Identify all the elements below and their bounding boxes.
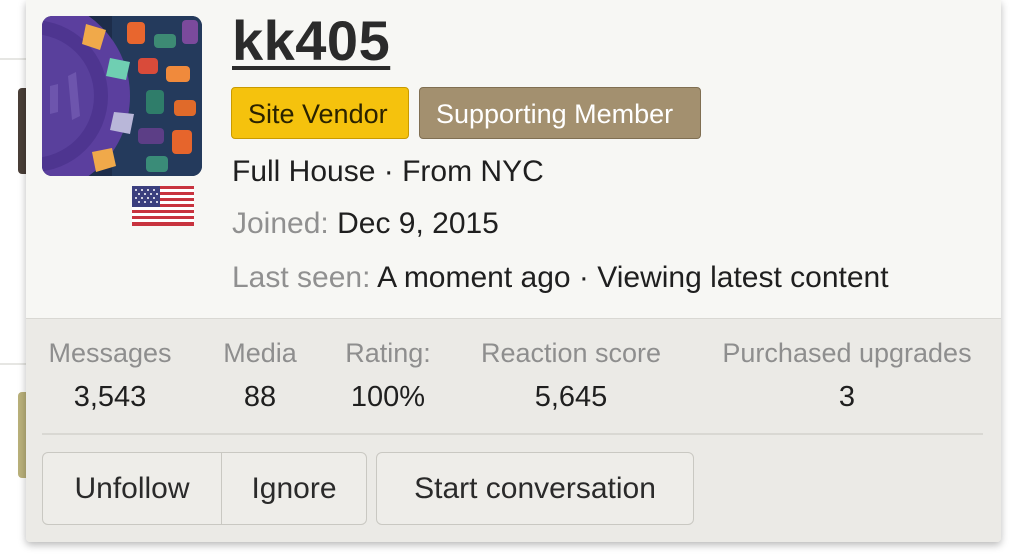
start-conversation-button[interactable]: Start conversation [376, 452, 694, 525]
us-flag-icon [132, 186, 194, 226]
stat-reaction-score[interactable]: Reaction score 5,645 [470, 336, 672, 414]
stat-label: Purchased upgrades [722, 338, 972, 368]
last-seen-line: Last seen: A moment ago · Viewing latest… [232, 260, 889, 296]
site-vendor-badge: Site Vendor [231, 87, 409, 139]
user-title-line: Full House · From NYC [232, 154, 544, 190]
stat-value: 100% [350, 381, 426, 413]
member-header: kk405 Site Vendor Supporting Member Full… [26, 0, 1001, 318]
background-page-edge [1001, 0, 1024, 558]
separator: · [578, 261, 589, 294]
stat-label: Media [223, 338, 297, 368]
stat-value: 3 [838, 381, 856, 413]
poker-chip-avatar-image [42, 16, 202, 176]
stat-label: Messages [48, 338, 172, 368]
username-link[interactable]: kk405 [232, 8, 390, 74]
stats-divider [42, 433, 983, 435]
supporting-member-badge: Supporting Member [419, 87, 701, 139]
unfollow-button[interactable]: Unfollow [42, 452, 222, 525]
last-seen-value: A moment ago [377, 261, 571, 294]
stat-media[interactable]: Media 88 [218, 336, 302, 414]
member-tooltip-card: kk405 Site Vendor Supporting Member Full… [26, 0, 1001, 542]
stat-value: 88 [243, 381, 277, 413]
stat-value: 3,543 [73, 381, 147, 413]
joined-date: Dec 9, 2015 [337, 207, 499, 240]
stat-label: Reaction score [480, 338, 662, 368]
user-title: Full House [232, 155, 376, 188]
stat-purchased-upgrades: Purchased upgrades 3 [710, 336, 984, 414]
ignore-button[interactable]: Ignore [221, 452, 367, 525]
stat-messages[interactable]: Messages 3,543 [42, 336, 178, 414]
last-seen-label: Last seen: [232, 261, 371, 294]
joined-line: Joined: Dec 9, 2015 [232, 206, 499, 242]
joined-label: Joined: [232, 207, 329, 240]
stat-rating: Rating: 100% [338, 336, 438, 414]
user-location: From NYC [402, 155, 544, 188]
stat-value: 5,645 [534, 381, 608, 413]
current-activity: Viewing latest content [597, 261, 889, 294]
stat-label: Rating: [345, 338, 431, 368]
separator: · [383, 155, 394, 188]
avatar[interactable] [42, 16, 202, 176]
